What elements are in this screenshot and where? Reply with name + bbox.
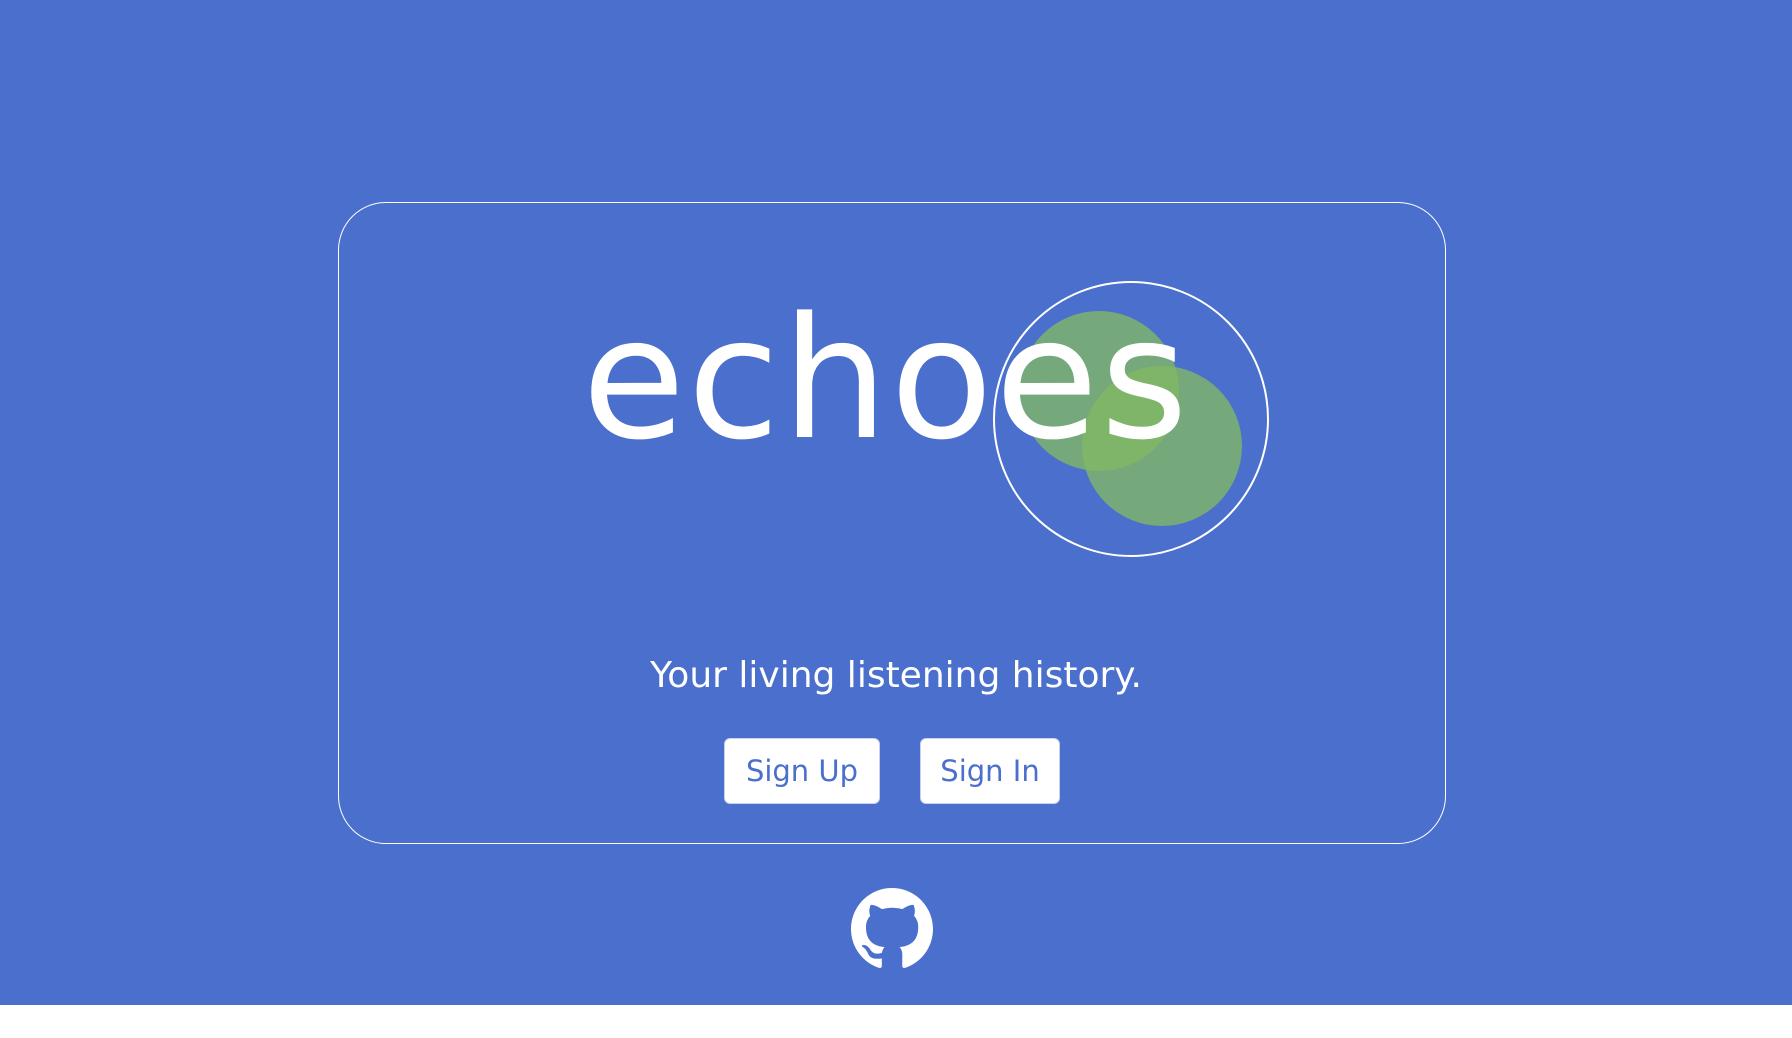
- tagline: Your living listening history.: [650, 655, 1142, 696]
- sign-up-button[interactable]: Sign Up: [724, 738, 880, 804]
- sign-in-button[interactable]: Sign In: [920, 738, 1060, 804]
- landing-page: echoes Your living listening history. Si…: [0, 0, 1792, 1005]
- logo-wordmark: echoes: [582, 281, 1190, 477]
- github-icon[interactable]: [851, 888, 933, 970]
